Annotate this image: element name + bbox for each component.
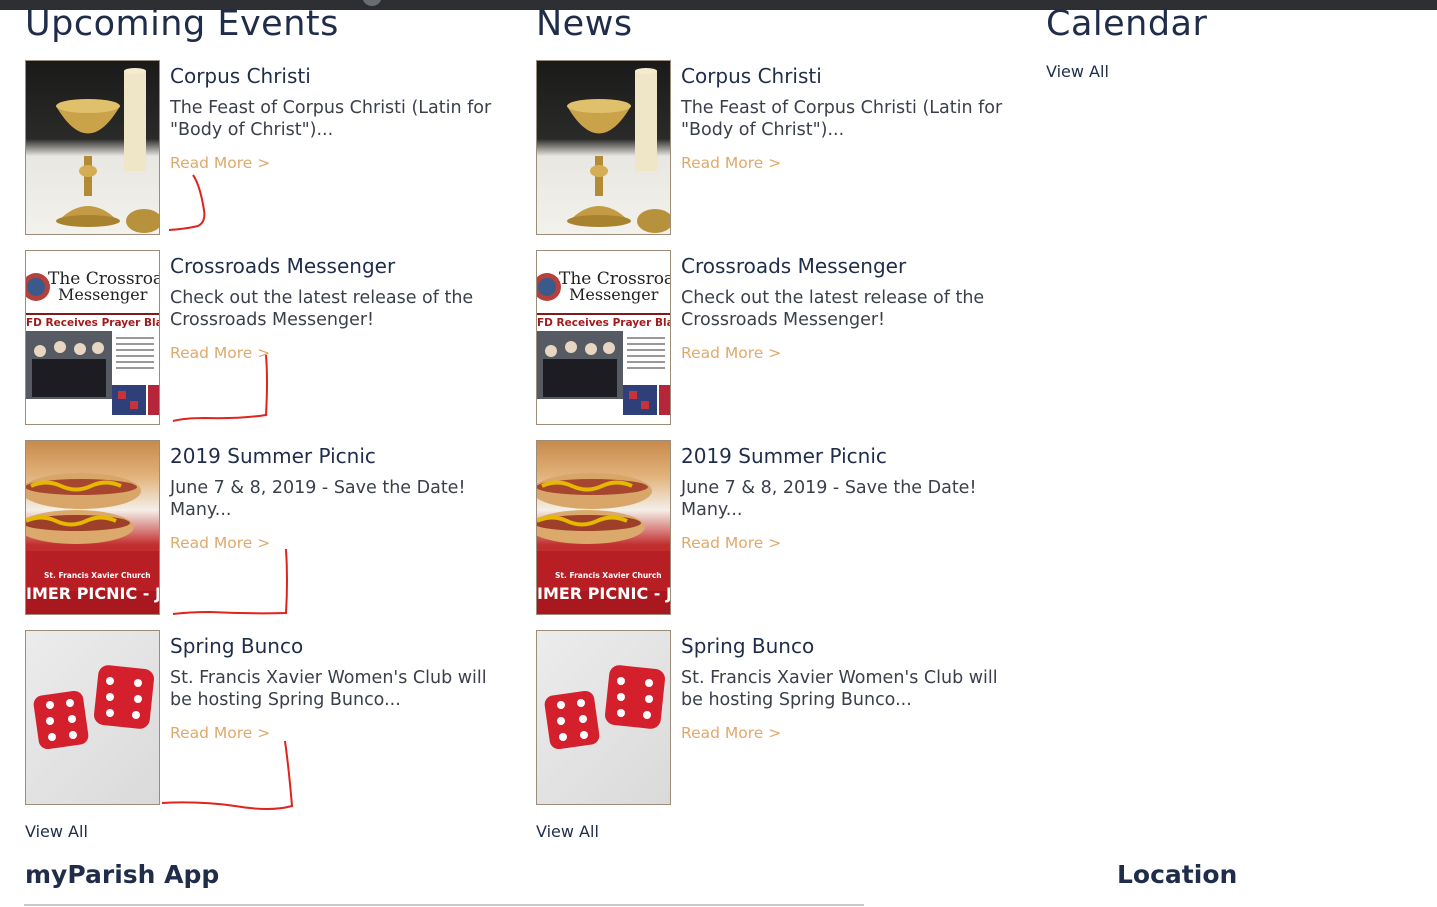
- event-description: Check out the latest release of the Cros…: [170, 288, 474, 330]
- newsletter-thumbnail[interactable]: The Crossroa Messenger FD Receives Praye…: [536, 250, 671, 425]
- newsletter-thumbnail[interactable]: The Crossroa Messenger FD Receives Praye…: [25, 250, 160, 425]
- read-more-link[interactable]: Read More >: [170, 724, 270, 742]
- calendar-heading: Calendar: [1046, 4, 1208, 44]
- chalice-thumbnail[interactable]: [536, 60, 671, 235]
- news-item-crossroads-messenger[interactable]: The Crossroa Messenger FD Receives Praye…: [536, 250, 1016, 426]
- event-description: The Feast of Corpus Christi (Latin for "…: [170, 98, 492, 140]
- picnic-church-label: St. Francis Xavier Church: [44, 571, 151, 580]
- events-heading: Upcoming Events: [25, 4, 339, 44]
- location-heading: Location: [1117, 860, 1238, 889]
- picnic-banner-label: IMER PICNIC - J: [26, 584, 160, 603]
- read-more-link[interactable]: Read More >: [681, 724, 781, 742]
- read-more-link[interactable]: Read More >: [681, 344, 781, 362]
- news-title[interactable]: Crossroads Messenger: [681, 254, 906, 278]
- event-title[interactable]: 2019 Summer Picnic: [170, 444, 376, 468]
- newsletter-headline: FD Receives Prayer Blan: [26, 317, 160, 329]
- event-description: June 7 & 8, 2019 - Save the Date! Many..…: [170, 478, 466, 520]
- picnic-thumbnail[interactable]: St. Francis Xavier Church IMER PICNIC - …: [536, 440, 671, 615]
- picnic-church-label: St. Francis Xavier Church: [555, 571, 662, 580]
- calendar-view-all-link[interactable]: View All: [1046, 62, 1109, 81]
- chalice-image: [567, 68, 670, 233]
- chalice-thumbnail[interactable]: [25, 60, 160, 235]
- event-item-corpus-christi[interactable]: Corpus Christi The Feast of Corpus Chris…: [25, 60, 505, 236]
- news-title[interactable]: 2019 Summer Picnic: [681, 444, 887, 468]
- event-item-crossroads-messenger[interactable]: The Crossroa Messenger FD Receives Praye…: [25, 250, 505, 426]
- read-more-link[interactable]: Read More >: [170, 534, 270, 552]
- picnic-banner-label: IMER PICNIC - J: [537, 584, 671, 603]
- masthead-line2: Messenger: [569, 285, 659, 304]
- dice-thumbnail[interactable]: [25, 630, 160, 805]
- news-description: The Feast of Corpus Christi (Latin for "…: [681, 98, 1003, 140]
- footer-divider: [24, 904, 864, 906]
- dice-image: [544, 665, 665, 750]
- event-item-summer-picnic[interactable]: St. Francis Xavier Church IMER PICNIC - …: [25, 440, 505, 616]
- news-item-spring-bunco[interactable]: Spring Bunco St. Francis Xavier Women's …: [536, 630, 1016, 806]
- shield-icon: [362, 0, 382, 6]
- chalice-image: [56, 68, 159, 233]
- event-item-spring-bunco[interactable]: Spring Bunco St. Francis Xavier Women's …: [25, 630, 505, 806]
- news-description: June 7 & 8, 2019 - Save the Date! Many..…: [681, 478, 977, 520]
- events-view-all-link[interactable]: View All: [25, 822, 88, 841]
- read-more-link[interactable]: Read More >: [681, 154, 781, 172]
- dice-image: [33, 665, 154, 750]
- newsletter-headline: FD Receives Prayer Blan: [537, 317, 671, 329]
- picnic-thumbnail[interactable]: St. Francis Xavier Church IMER PICNIC - …: [25, 440, 160, 615]
- news-view-all-link[interactable]: View All: [536, 822, 599, 841]
- read-more-link[interactable]: Read More >: [170, 154, 270, 172]
- masthead-line2: Messenger: [58, 285, 148, 304]
- dice-thumbnail[interactable]: [536, 630, 671, 805]
- news-item-summer-picnic[interactable]: St. Francis Xavier Church IMER PICNIC - …: [536, 440, 1016, 616]
- news-title[interactable]: Spring Bunco: [681, 634, 814, 658]
- news-item-corpus-christi[interactable]: Corpus Christi The Feast of Corpus Chris…: [536, 60, 1016, 236]
- event-title[interactable]: Spring Bunco: [170, 634, 303, 658]
- news-heading: News: [536, 4, 633, 44]
- myparish-app-heading: myParish App: [25, 860, 220, 889]
- news-title[interactable]: Corpus Christi: [681, 64, 822, 88]
- event-title[interactable]: Corpus Christi: [170, 64, 311, 88]
- read-more-link[interactable]: Read More >: [681, 534, 781, 552]
- read-more-link[interactable]: Read More >: [170, 344, 270, 362]
- event-description: St. Francis Xavier Women's Club will be …: [170, 668, 487, 710]
- event-title[interactable]: Crossroads Messenger: [170, 254, 395, 278]
- news-description: St. Francis Xavier Women's Club will be …: [681, 668, 998, 710]
- news-description: Check out the latest release of the Cros…: [681, 288, 985, 330]
